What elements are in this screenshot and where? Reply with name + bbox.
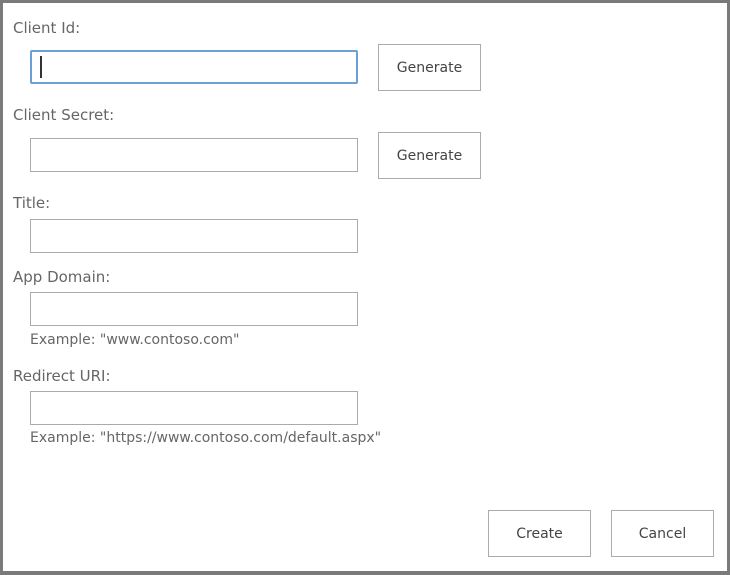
text-caret bbox=[40, 56, 42, 78]
app-domain-label: App Domain: bbox=[13, 268, 111, 286]
title-input[interactable] bbox=[30, 219, 358, 253]
dialog-frame bbox=[0, 0, 730, 575]
client-secret-label: Client Secret: bbox=[13, 106, 115, 124]
client-secret-input[interactable] bbox=[30, 138, 358, 172]
generate-client-secret-button[interactable]: Generate bbox=[378, 132, 481, 179]
generate-client-id-button[interactable]: Generate bbox=[378, 44, 481, 91]
create-button[interactable]: Create bbox=[488, 510, 591, 557]
cancel-button[interactable]: Cancel bbox=[611, 510, 714, 557]
app-domain-example: Example: "www.contoso.com" bbox=[30, 332, 240, 348]
redirect-uri-label: Redirect URI: bbox=[13, 367, 111, 385]
redirect-uri-example: Example: "https://www.contoso.com/defaul… bbox=[30, 430, 382, 446]
redirect-uri-input[interactable] bbox=[30, 391, 358, 425]
client-id-label: Client Id: bbox=[13, 19, 81, 37]
title-label: Title: bbox=[13, 194, 51, 212]
client-id-input[interactable] bbox=[30, 50, 358, 84]
app-domain-input[interactable] bbox=[30, 292, 358, 326]
